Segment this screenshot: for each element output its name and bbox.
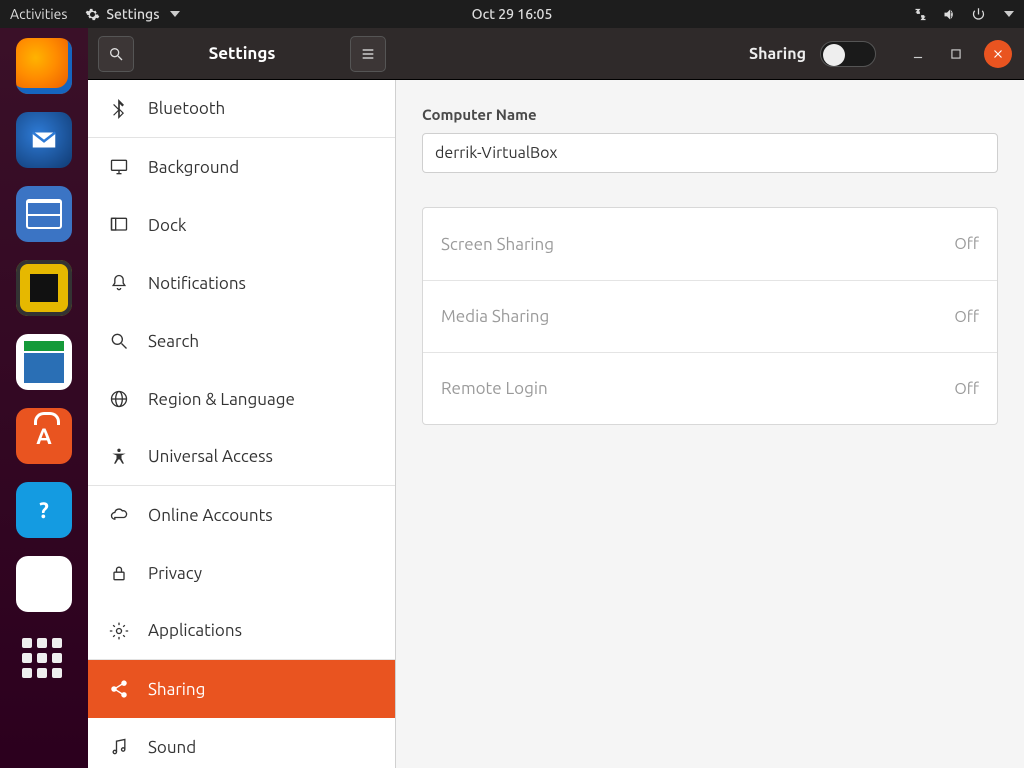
search-icon xyxy=(108,330,130,352)
sidebar-item-sound[interactable]: Sound xyxy=(88,718,395,768)
chevron-down-icon xyxy=(170,11,180,17)
dock-amazon[interactable]: a xyxy=(16,556,72,612)
sidebar-item-label: Sharing xyxy=(148,680,205,699)
search-icon xyxy=(108,46,124,62)
gear-icon xyxy=(108,620,130,642)
activities-button[interactable]: Activities xyxy=(10,6,67,22)
envelope-icon xyxy=(29,125,59,155)
sidebar-item-universal-access[interactable]: Universal Access xyxy=(88,428,395,486)
bell-icon xyxy=(108,272,130,294)
sidebar-item-notifications[interactable]: Notifications xyxy=(88,254,395,312)
sharing-master-switch[interactable] xyxy=(820,41,876,67)
row-screen-sharing[interactable]: Screen Sharing Off xyxy=(423,208,997,280)
sidebar-item-label: Sound xyxy=(148,738,196,757)
dock-files[interactable] xyxy=(16,186,72,242)
sidebar-item-label: Dock xyxy=(148,216,186,235)
accessibility-icon xyxy=(108,446,130,468)
row-status: Off xyxy=(954,235,979,253)
maximize-icon xyxy=(949,47,963,61)
dock-help[interactable]: ? xyxy=(16,482,72,538)
row-status: Off xyxy=(954,380,979,398)
network-icon xyxy=(913,7,928,22)
settings-content: Computer Name Screen Sharing Off Media S… xyxy=(396,80,1024,768)
dock-libreoffice-writer[interactable] xyxy=(16,334,72,390)
computer-name-input[interactable] xyxy=(422,133,998,173)
sidebar-item-dock[interactable]: Dock xyxy=(88,196,395,254)
dock-icon xyxy=(108,214,130,236)
settings-sidebar: Bluetooth Background Dock Notifications … xyxy=(88,80,396,768)
sidebar-item-label: Privacy xyxy=(148,564,202,583)
sidebar-item-privacy[interactable]: Privacy xyxy=(88,544,395,602)
row-media-sharing[interactable]: Media Sharing Off xyxy=(423,280,997,352)
dock-firefox[interactable] xyxy=(16,38,72,94)
sidebar-item-online-accounts[interactable]: Online Accounts xyxy=(88,486,395,544)
sidebar-item-region-language[interactable]: Region & Language xyxy=(88,370,395,428)
sidebar-item-search[interactable]: Search xyxy=(88,312,395,370)
dock-ubuntu-software[interactable] xyxy=(16,408,72,464)
globe-icon xyxy=(108,388,130,410)
bluetooth-icon xyxy=(108,98,130,120)
settings-window: Settings Sharing Bluetooth Back xyxy=(88,28,1024,768)
chevron-down-icon xyxy=(1004,11,1014,17)
system-status-area[interactable] xyxy=(913,7,1014,22)
sidebar-item-label: Online Accounts xyxy=(148,506,273,525)
hamburger-icon xyxy=(360,46,376,62)
header-panel-label: Sharing xyxy=(749,45,806,63)
app-menu[interactable]: Settings xyxy=(85,6,179,22)
power-icon xyxy=(971,7,986,22)
sidebar-item-label: Notifications xyxy=(148,274,246,293)
ubuntu-dock: ? a xyxy=(0,28,88,768)
clock[interactable]: Oct 29 16:05 xyxy=(472,6,553,22)
window-maximize-button[interactable] xyxy=(946,44,966,64)
dock-show-applications[interactable] xyxy=(16,630,72,686)
sidebar-item-sharing[interactable]: Sharing xyxy=(88,660,395,718)
row-remote-login[interactable]: Remote Login Off xyxy=(423,352,997,424)
sidebar-item-bluetooth[interactable]: Bluetooth xyxy=(88,80,395,138)
row-label: Screen Sharing xyxy=(441,235,554,254)
sidebar-item-label: Region & Language xyxy=(148,390,295,409)
window-titlebar: Settings Sharing xyxy=(88,28,1024,80)
window-minimize-button[interactable] xyxy=(908,44,928,64)
row-label: Media Sharing xyxy=(441,307,549,326)
music-note-icon xyxy=(108,736,130,758)
share-icon xyxy=(108,678,130,700)
hamburger-menu-button[interactable] xyxy=(350,36,386,72)
monitor-icon xyxy=(108,156,130,178)
sidebar-item-label: Bluetooth xyxy=(148,99,225,118)
dock-thunderbird[interactable] xyxy=(16,112,72,168)
minimize-icon xyxy=(911,47,925,61)
computer-name-label: Computer Name xyxy=(422,106,998,123)
app-menu-label: Settings xyxy=(106,6,159,22)
dock-rhythmbox[interactable] xyxy=(16,260,72,316)
lock-icon xyxy=(108,562,130,584)
window-close-button[interactable] xyxy=(984,40,1012,68)
sidebar-item-applications[interactable]: Applications xyxy=(88,602,395,660)
cloud-icon xyxy=(108,504,130,526)
sidebar-item-label: Applications xyxy=(148,621,242,640)
sidebar-item-label: Search xyxy=(148,332,199,351)
sidebar-item-label: Background xyxy=(148,158,239,177)
sidebar-item-background[interactable]: Background xyxy=(88,138,395,196)
row-label: Remote Login xyxy=(441,379,548,398)
gear-icon xyxy=(85,7,100,22)
volume-icon xyxy=(942,7,957,22)
apps-grid-icon xyxy=(22,638,66,678)
close-icon xyxy=(991,47,1005,61)
search-button[interactable] xyxy=(98,36,134,72)
gnome-top-panel: Activities Settings Oct 29 16:05 xyxy=(0,0,1024,28)
sidebar-item-label: Universal Access xyxy=(148,447,273,466)
window-title: Settings xyxy=(142,44,342,63)
sharing-services-panel: Screen Sharing Off Media Sharing Off Rem… xyxy=(422,207,998,425)
row-status: Off xyxy=(954,308,979,326)
